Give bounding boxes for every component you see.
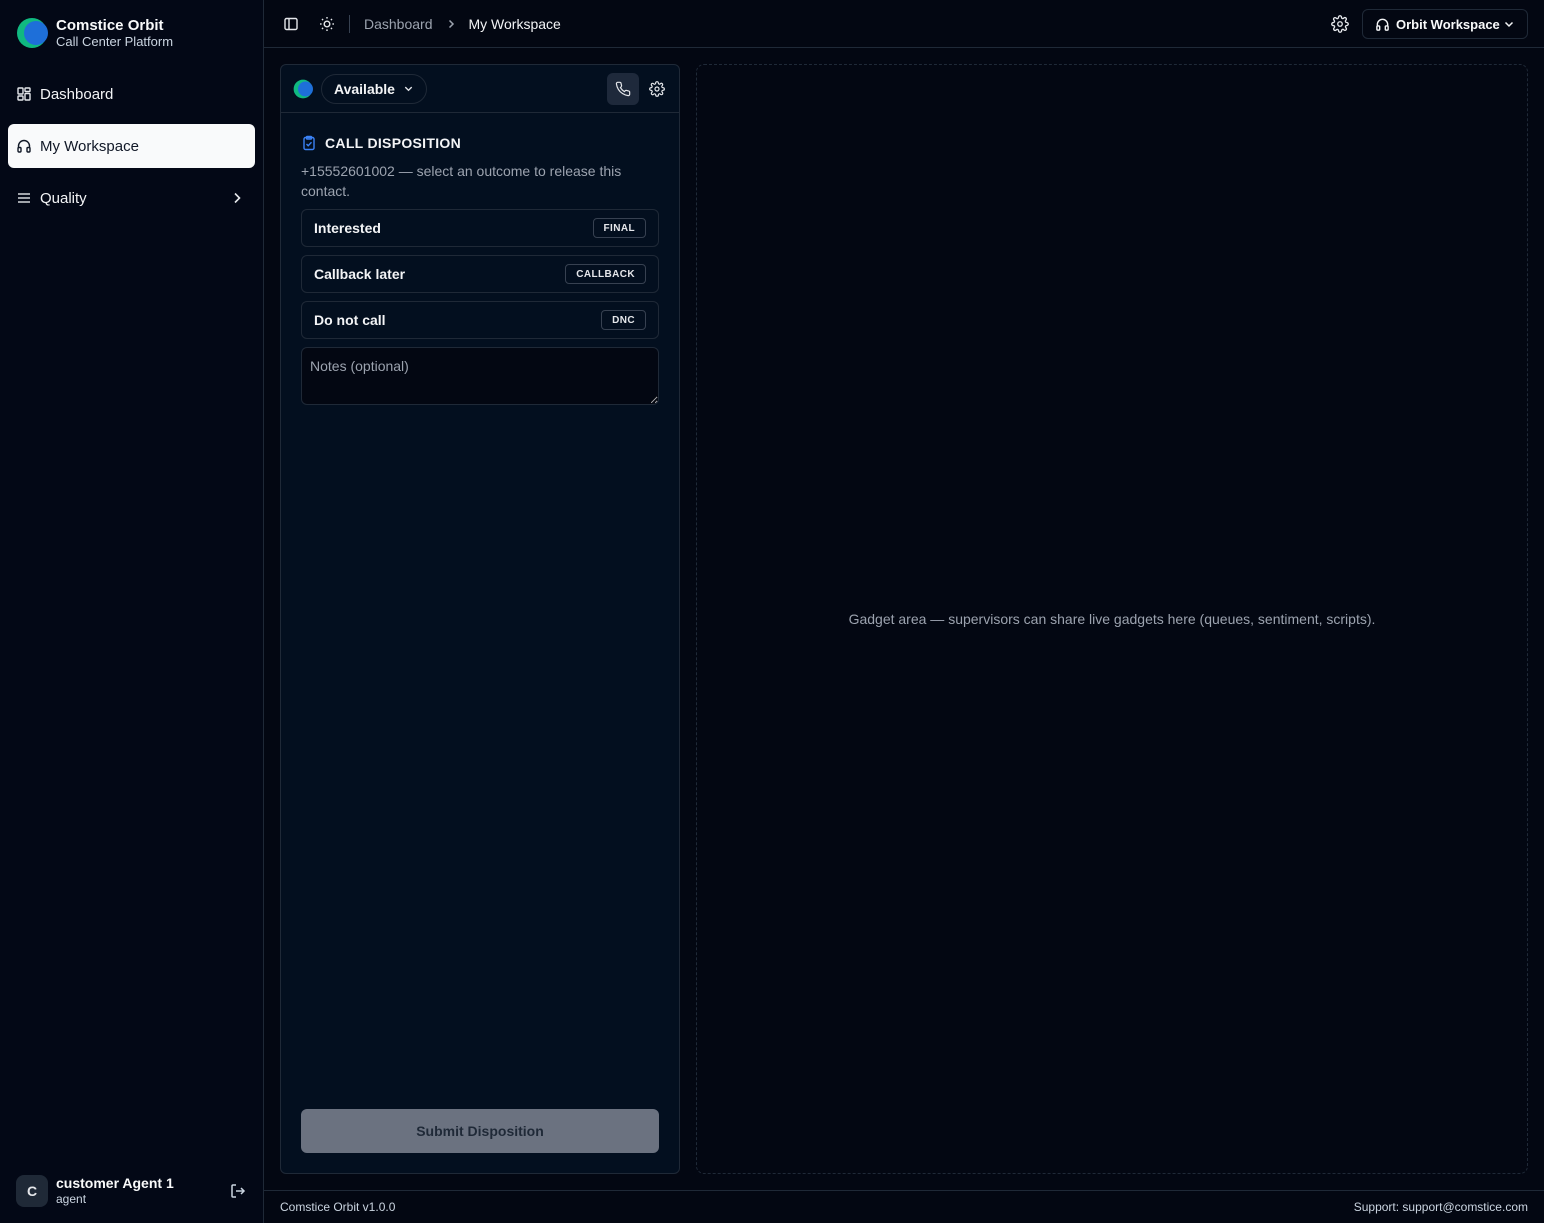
gadget-area: Gadget area — supervisors can share live… [696,64,1528,1174]
disposition-description: +15552601002 — select an outcome to rele… [301,163,622,199]
call-disposition: CALL DISPOSITION +15552601002 — select a… [281,113,679,410]
disposition-option-do-not-call[interactable]: Do not call DNC [301,301,659,339]
softphone-panel: Available CALL DISPOSITION +15552601002 … [280,64,680,1174]
chevron-down-icon [403,83,414,94]
app-version: Comstice Orbit v1.0.0 [280,1200,396,1214]
layout-grid-icon [16,86,32,102]
breadcrumb-current: My Workspace [468,15,561,32]
clipboard-check-icon [301,135,317,151]
sidebar: Comstice Orbit Call Center Platform Dash… [0,0,264,1223]
disposition-title-text: CALL DISPOSITION [325,135,461,151]
phone-button[interactable] [607,72,639,105]
disposition-option-callback-later[interactable]: Callback later CALLBACK [301,255,659,293]
settings-gear-icon[interactable] [1330,14,1350,34]
sidebar-item-label: Quality [40,189,87,207]
sidebar-item-label: My Workspace [40,137,139,155]
chevron-right-icon [445,18,457,30]
disposition-option-label: Interested [314,220,381,236]
breadcrumb: Dashboard My Workspace [364,16,561,32]
user-role: agent [56,1192,87,1206]
sidebar-toggle-icon[interactable] [281,14,301,34]
breadcrumb-dashboard[interactable]: Dashboard [364,16,433,32]
softphone-logo [293,79,313,99]
sidebar-item-dashboard[interactable]: Dashboard [8,72,255,116]
top-header: Dashboard My Workspace Orbit Workspace [264,0,1544,48]
sidebar-item-label: Dashboard [40,85,114,103]
disposition-option-label: Callback later [314,266,406,282]
header-divider [349,14,350,33]
chevron-right-icon [229,190,245,206]
disposition-option-interested[interactable]: Interested FINAL [301,209,659,247]
user-name: customer Agent 1 [56,1175,174,1191]
workspace-select-label: Orbit Workspace [1396,16,1500,32]
support-contact: Support: support@comstice.com [1353,1200,1528,1214]
user-profile: C customer Agent 1 agent [16,1175,248,1207]
brand-title: Comstice Orbit [56,16,164,34]
disposition-badge: CALLBACK [565,264,646,284]
submit-disposition-button[interactable]: Submit Disposition [301,1109,659,1153]
disposition-title: CALL DISPOSITION [301,135,659,151]
headphones-icon [1375,17,1390,32]
brand-subtitle: Call Center Platform [56,33,174,49]
softphone-settings-gear-icon[interactable] [647,79,667,99]
gadget-area-message: Gadget area — supervisors can share live… [848,611,1376,627]
agent-status-label: Available [334,80,395,97]
theme-toggle-sun-icon[interactable] [317,14,337,34]
sidebar-item-my-workspace[interactable]: My Workspace [8,124,255,168]
phone-icon [615,81,631,97]
agent-status-select[interactable]: Available [321,73,427,104]
disposition-badge: DNC [601,310,646,330]
sidebar-item-quality[interactable]: Quality [8,176,255,220]
workspace-select[interactable]: Orbit Workspace [1362,9,1528,39]
softphone-header: Available [281,65,679,113]
disposition-option-label: Do not call [314,312,386,328]
headphones-icon [16,138,32,154]
menu-icon [16,190,32,206]
brand: Comstice Orbit Call Center Platform [16,16,173,50]
brand-logo [16,17,48,49]
logout-icon[interactable] [228,1181,248,1201]
disposition-badge: FINAL [592,218,646,238]
sidebar-nav: Dashboard My Workspace Quality [8,72,255,228]
notes-field[interactable] [301,347,659,405]
chevron-down-icon [1503,18,1515,30]
avatar: C [16,1175,48,1207]
footer: Comstice Orbit v1.0.0 Support: support@c… [264,1190,1544,1223]
